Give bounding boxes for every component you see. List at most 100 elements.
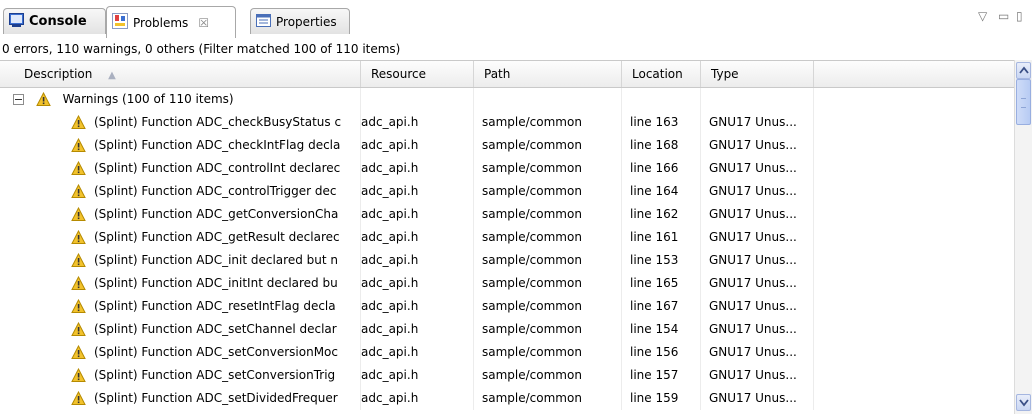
column-label: Type xyxy=(711,67,739,81)
type-cell: GNU17 Unus... xyxy=(701,295,814,318)
resource-cell: adc_api.h xyxy=(361,272,474,295)
resource-cell: adc_api.h xyxy=(361,180,474,203)
empty-cell xyxy=(622,88,701,111)
description-text: (Splint) Function ADC_setConversionMoc xyxy=(94,345,338,359)
description-cell: (Splint) Function ADC_controlTrigger dec xyxy=(0,180,361,203)
path-cell: sample/common xyxy=(474,111,622,134)
table-row[interactable]: (Splint) Function ADC_checkIntFlag decla… xyxy=(0,134,1014,157)
table-header: Description ▲ Resource Path Location Typ… xyxy=(0,60,1014,88)
maximize-icon[interactable]: ▯ xyxy=(1016,9,1023,23)
close-icon[interactable]: ☒ xyxy=(198,16,209,30)
scroll-up-button[interactable] xyxy=(1016,62,1031,79)
minimize-icon[interactable]: ▭ xyxy=(998,9,1009,23)
resource-cell: adc_api.h xyxy=(361,295,474,318)
warning-list: (Splint) Function ADC_checkBusyStatus c a… xyxy=(0,111,1014,410)
location-cell: line 163 xyxy=(622,111,701,134)
type-cell: GNU17 Unus... xyxy=(701,364,814,387)
description-text: (Splint) Function ADC_setConversionTrig xyxy=(94,368,336,382)
column-label: Location xyxy=(632,67,683,81)
tab-problems[interactable]: Problems ☒ xyxy=(106,6,236,38)
view-tab-bar: Console Problems ☒ Properties ▽ ▭ ▯ xyxy=(0,0,1032,41)
group-row-warnings[interactable]: Warnings (100 of 110 items) xyxy=(0,88,1014,111)
path-cell: sample/common xyxy=(474,364,622,387)
description-cell: (Splint) Function ADC_checkIntFlag decla xyxy=(0,134,361,157)
table-row[interactable]: (Splint) Function ADC_checkBusyStatus c a… xyxy=(0,111,1014,134)
group-cell: Warnings (100 of 110 items) xyxy=(0,88,361,111)
description-text: (Splint) Function ADC_checkIntFlag decla xyxy=(94,138,341,152)
tab-label: Problems xyxy=(133,15,189,30)
warning-icon xyxy=(71,206,86,222)
table-row[interactable]: (Splint) Function ADC_getConversionCha ad… xyxy=(0,203,1014,226)
warning-icon xyxy=(71,137,86,153)
location-cell: line 161 xyxy=(622,226,701,249)
scroll-down-button[interactable] xyxy=(1016,394,1031,411)
warning-icon xyxy=(71,390,86,406)
column-filler xyxy=(814,61,1014,87)
tab-console[interactable]: Console xyxy=(3,8,106,34)
path-cell: sample/common xyxy=(474,341,622,364)
tab-label: Console xyxy=(29,14,87,29)
table-row[interactable]: (Splint) Function ADC_initInt declared b… xyxy=(0,272,1014,295)
empty-cell xyxy=(474,88,622,111)
column-label: Path xyxy=(484,67,511,81)
type-cell: GNU17 Unus... xyxy=(701,111,814,134)
path-cell: sample/common xyxy=(474,249,622,272)
warning-icon xyxy=(71,114,86,130)
description-cell: (Splint) Function ADC_controlInt declare… xyxy=(0,157,361,180)
location-cell: line 159 xyxy=(622,387,701,410)
type-cell: GNU17 Unus... xyxy=(701,226,814,249)
resource-cell: adc_api.h xyxy=(361,157,474,180)
description-cell: (Splint) Function ADC_setDividedFrequer xyxy=(0,387,361,410)
table-row[interactable]: (Splint) Function ADC_resetIntFlag decla… xyxy=(0,295,1014,318)
column-description[interactable]: Description ▲ xyxy=(0,61,361,87)
warning-icon xyxy=(71,275,86,291)
table-row[interactable]: (Splint) Function ADC_controlInt declare… xyxy=(0,157,1014,180)
empty-cell xyxy=(701,88,814,111)
description-cell: (Splint) Function ADC_checkBusyStatus c xyxy=(0,111,361,134)
path-cell: sample/common xyxy=(474,180,622,203)
type-cell: GNU17 Unus... xyxy=(701,157,814,180)
problems-summary: 0 errors, 110 warnings, 0 others (Filter… xyxy=(0,40,1032,58)
location-cell: line 166 xyxy=(622,157,701,180)
table-row[interactable]: (Splint) Function ADC_init declared but … xyxy=(0,249,1014,272)
column-resource[interactable]: Resource xyxy=(361,61,474,87)
console-icon xyxy=(9,13,24,30)
description-text: (Splint) Function ADC_initInt declared b… xyxy=(94,276,338,290)
view-menu-icon[interactable]: ▽ xyxy=(978,9,987,23)
collapse-toggle-icon[interactable] xyxy=(13,94,24,105)
resource-cell: adc_api.h xyxy=(361,134,474,157)
column-location[interactable]: Location xyxy=(622,61,701,87)
table-row[interactable]: (Splint) Function ADC_setConversionMoc ad… xyxy=(0,341,1014,364)
type-cell: GNU17 Unus... xyxy=(701,180,814,203)
column-path[interactable]: Path xyxy=(474,61,622,87)
resource-cell: adc_api.h xyxy=(361,364,474,387)
warning-icon xyxy=(71,344,86,360)
table-row[interactable]: (Splint) Function ADC_setDividedFrequer a… xyxy=(0,387,1014,410)
description-text: (Splint) Function ADC_getResult declarec xyxy=(94,230,340,244)
column-type[interactable]: Type xyxy=(701,61,814,87)
warning-icon xyxy=(71,229,86,245)
scroll-thumb[interactable] xyxy=(1016,79,1031,125)
location-cell: line 162 xyxy=(622,203,701,226)
type-cell: GNU17 Unus... xyxy=(701,134,814,157)
location-cell: line 168 xyxy=(622,134,701,157)
vertical-scrollbar[interactable] xyxy=(1014,60,1032,414)
location-cell: line 156 xyxy=(622,341,701,364)
problems-icon xyxy=(112,13,128,32)
table-row[interactable]: (Splint) Function ADC_setChannel declar a… xyxy=(0,318,1014,341)
description-text: (Splint) Function ADC_init declared but … xyxy=(94,253,338,267)
resource-cell: adc_api.h xyxy=(361,318,474,341)
path-cell: sample/common xyxy=(474,203,622,226)
type-cell: GNU17 Unus... xyxy=(701,203,814,226)
table-row[interactable]: (Splint) Function ADC_getResult declarec… xyxy=(0,226,1014,249)
table-row[interactable]: (Splint) Function ADC_setConversionTrig a… xyxy=(0,364,1014,387)
resource-cell: adc_api.h xyxy=(361,111,474,134)
location-cell: line 167 xyxy=(622,295,701,318)
description-cell: (Splint) Function ADC_resetIntFlag decla xyxy=(0,295,361,318)
tab-properties[interactable]: Properties xyxy=(250,8,350,34)
warning-icon xyxy=(71,252,86,268)
table-row[interactable]: (Splint) Function ADC_controlTrigger dec… xyxy=(0,180,1014,203)
description-cell: (Splint) Function ADC_getConversionCha xyxy=(0,203,361,226)
warning-icon xyxy=(71,321,86,337)
path-cell: sample/common xyxy=(474,134,622,157)
